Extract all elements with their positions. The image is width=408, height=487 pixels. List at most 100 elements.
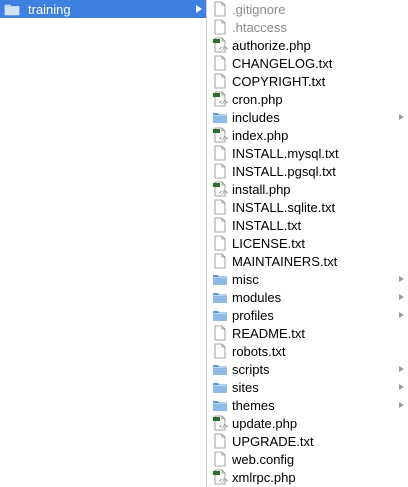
document-icon [214, 199, 226, 215]
file-list-column: .gitignore .htaccess </> authorize.php C… [208, 0, 408, 487]
folder-icon [213, 365, 227, 375]
svg-text:</>: </> [219, 190, 228, 196]
disclosure-arrow-icon [399, 294, 404, 300]
file-row[interactable]: UPGRADE.txt [208, 432, 408, 450]
folder-icon [4, 4, 20, 16]
disclosure-arrow-icon [399, 114, 404, 120]
item-label: modules [232, 289, 282, 305]
php-file-icon: </> [213, 37, 228, 53]
folder-label: training [28, 1, 71, 17]
item-label: README.txt [232, 325, 305, 341]
item-label: INSTALL.mysql.txt [232, 145, 339, 161]
item-label: INSTALL.sqlite.txt [232, 199, 336, 215]
document-icon [214, 433, 226, 449]
item-label: .gitignore [232, 1, 286, 17]
item-label: COPYRIGHT.txt [232, 73, 326, 89]
document-icon [214, 163, 226, 179]
item-label: sites [232, 379, 259, 395]
document-icon [214, 145, 226, 161]
item-label: includes [232, 109, 280, 125]
folder-row[interactable]: themes [208, 396, 408, 414]
item-label: misc [232, 271, 259, 287]
folder-icon [213, 293, 227, 303]
item-label: INSTALL.pgsql.txt [232, 163, 336, 179]
item-label: authorize.php [232, 37, 311, 53]
folder-icon [213, 383, 227, 393]
folder-row[interactable]: scripts [208, 360, 408, 378]
document-icon [214, 55, 226, 71]
document-icon [214, 19, 226, 35]
item-label: install.php [232, 181, 291, 197]
folder-icon [213, 401, 227, 411]
svg-text:</>: </> [219, 136, 228, 142]
svg-text:</>: </> [219, 100, 228, 106]
file-row[interactable]: INSTALL.pgsql.txt [208, 162, 408, 180]
folder-icon [213, 311, 227, 321]
file-row[interactable]: README.txt [208, 324, 408, 342]
disclosure-arrow-icon [399, 366, 404, 372]
svg-text:</>: </> [219, 424, 228, 430]
item-label: LICENSE.txt [232, 235, 305, 251]
disclosure-arrow-icon [399, 384, 404, 390]
php-file-icon: </> [213, 469, 228, 485]
file-row[interactable]: COPYRIGHT.txt [208, 72, 408, 90]
file-row[interactable]: CHANGELOG.txt [208, 54, 408, 72]
php-file-icon: </> [213, 181, 228, 197]
folder-row[interactable]: misc [208, 270, 408, 288]
svg-text:</>: </> [219, 46, 228, 52]
file-row[interactable]: </> index.php [208, 126, 408, 144]
parent-column: training [0, 0, 207, 487]
file-row[interactable]: </> xmlrpc.php [208, 468, 408, 486]
file-row[interactable]: </> update.php [208, 414, 408, 432]
item-label: CHANGELOG.txt [232, 55, 333, 71]
item-label: scripts [232, 361, 270, 377]
file-row[interactable]: </> authorize.php [208, 36, 408, 54]
item-label: update.php [232, 415, 298, 431]
file-row[interactable]: INSTALL.sqlite.txt [208, 198, 408, 216]
file-row[interactable]: </> install.php [208, 180, 408, 198]
file-row[interactable]: INSTALL.mysql.txt [208, 144, 408, 162]
document-icon [214, 235, 226, 251]
folder-row[interactable]: modules [208, 288, 408, 306]
file-row[interactable]: </> cron.php [208, 90, 408, 108]
item-label: xmlrpc.php [232, 469, 296, 485]
item-label: MAINTAINERS.txt [232, 253, 338, 269]
document-icon [214, 217, 226, 233]
file-row[interactable]: .gitignore [208, 0, 408, 18]
item-label: profiles [232, 307, 274, 323]
disclosure-arrow-icon [399, 276, 404, 282]
document-icon [214, 325, 226, 341]
file-row[interactable]: .htaccess [208, 18, 408, 36]
document-icon [214, 1, 226, 17]
disclosure-arrow-icon [399, 402, 404, 408]
item-label: robots.txt [232, 343, 286, 359]
svg-text:</>: </> [219, 478, 228, 484]
folder-icon [213, 113, 227, 123]
file-row[interactable]: INSTALL.txt [208, 216, 408, 234]
item-label: INSTALL.txt [232, 217, 302, 233]
item-label: themes [232, 397, 275, 413]
php-file-icon: </> [213, 127, 228, 143]
file-row[interactable]: LICENSE.txt [208, 234, 408, 252]
disclosure-arrow-icon [196, 5, 202, 13]
folder-row[interactable]: includes [208, 108, 408, 126]
document-icon [214, 253, 226, 269]
php-file-icon: </> [213, 91, 228, 107]
folder-row[interactable]: profiles [208, 306, 408, 324]
item-label: cron.php [232, 91, 283, 107]
document-icon [214, 343, 226, 359]
item-label: index.php [232, 127, 289, 143]
item-label: UPGRADE.txt [232, 433, 314, 449]
php-file-icon: </> [213, 415, 228, 431]
item-label: .htaccess [232, 19, 287, 35]
document-icon [214, 73, 226, 89]
document-icon [214, 451, 226, 467]
folder-row[interactable]: sites [208, 378, 408, 396]
disclosure-arrow-icon [399, 312, 404, 318]
file-row[interactable]: robots.txt [208, 342, 408, 360]
folder-row-training[interactable]: training [0, 0, 206, 18]
file-row[interactable]: web.config [208, 450, 408, 468]
file-row[interactable]: MAINTAINERS.txt [208, 252, 408, 270]
folder-icon [213, 275, 227, 285]
item-label: web.config [232, 451, 295, 467]
